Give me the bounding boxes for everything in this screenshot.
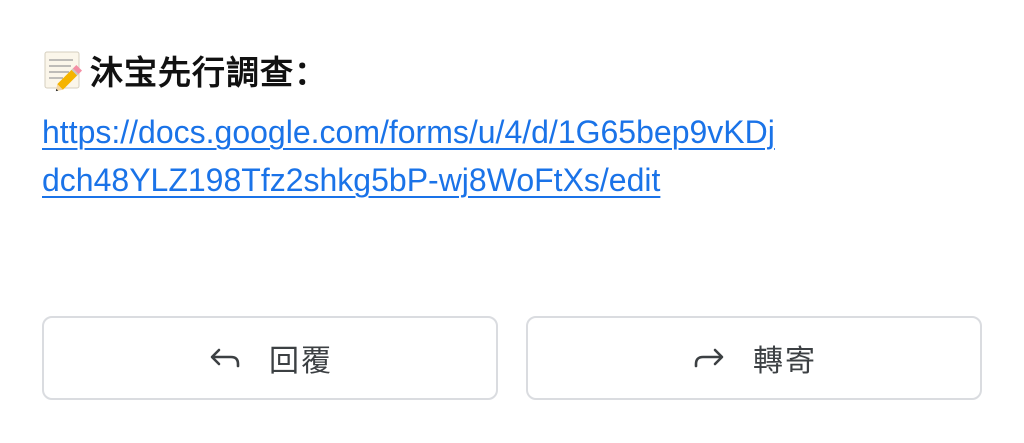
message-actions: 回覆 轉寄 bbox=[42, 316, 982, 402]
reply-arrow-icon bbox=[207, 343, 243, 373]
message-heading-text: 沐宝先行調查： bbox=[90, 53, 328, 92]
message-body: 沐宝先行調查： https://docs.google.com/forms/u/… bbox=[42, 38, 982, 204]
reply-button-label: 回覆 bbox=[269, 344, 333, 379]
forward-button-label: 轉寄 bbox=[753, 344, 817, 379]
forward-arrow-icon bbox=[691, 343, 727, 373]
google-form-link[interactable]: https://docs.google.com/forms/u/4/d/1G65… bbox=[42, 108, 782, 204]
message-heading: 沐宝先行調查： bbox=[42, 38, 982, 102]
reply-button[interactable]: 回覆 bbox=[42, 316, 498, 400]
memo-icon bbox=[42, 47, 88, 93]
forward-button[interactable]: 轉寄 bbox=[526, 316, 982, 400]
